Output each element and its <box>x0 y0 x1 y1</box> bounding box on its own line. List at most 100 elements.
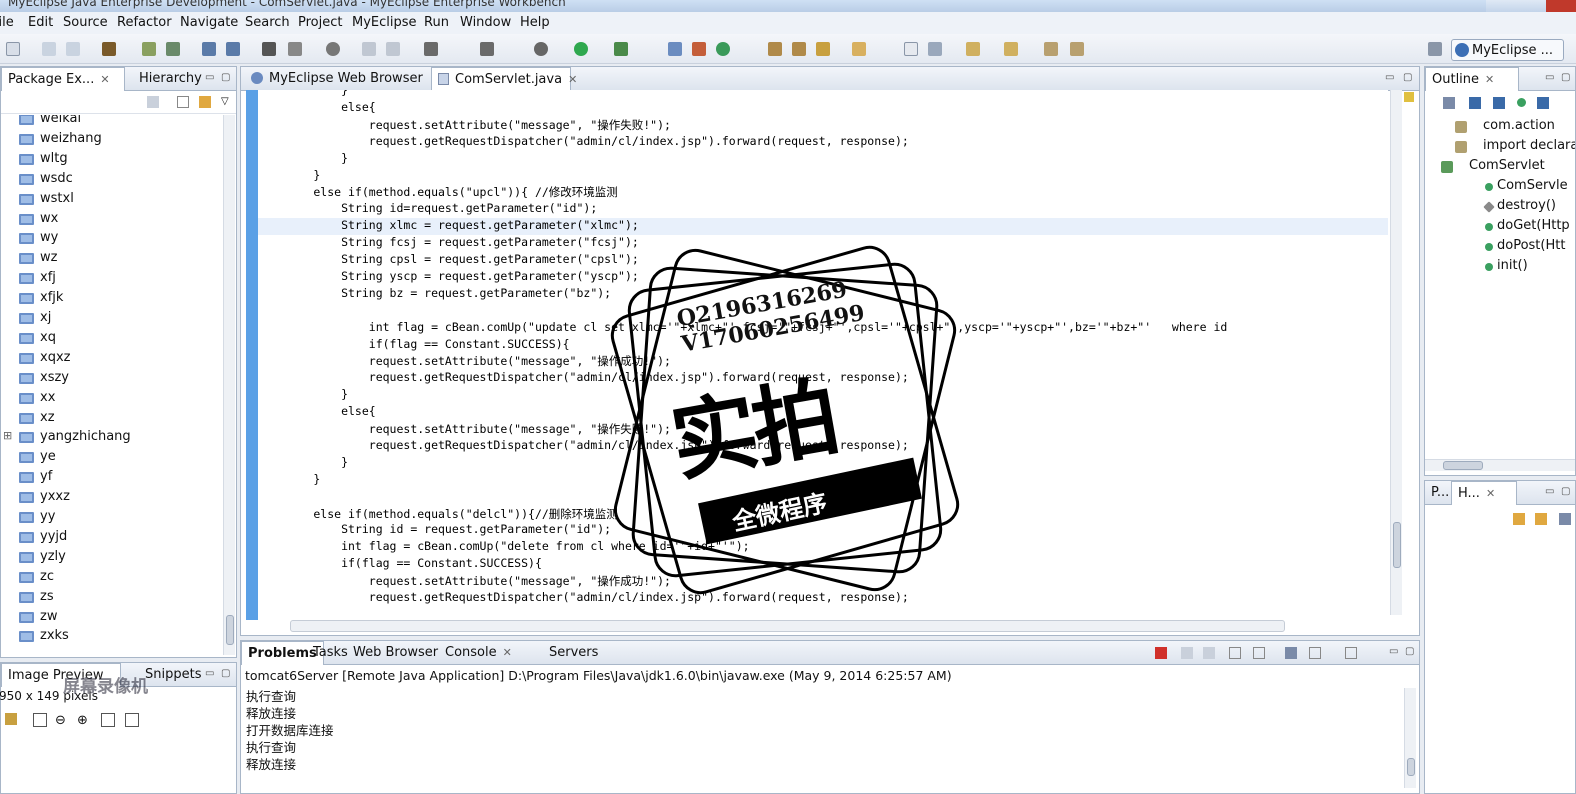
code-editor[interactable]: } else{ request.setAttribute("message", … <box>258 90 1388 615</box>
open-folder-icon[interactable] <box>768 42 782 56</box>
tab-hierarchy[interactable]: Hierarchy <box>133 67 208 91</box>
package-item[interactable]: zw <box>1 608 223 628</box>
package-item[interactable]: zs <box>1 588 223 608</box>
hide-local-types-icon[interactable] <box>1537 97 1549 109</box>
code-line[interactable]: String cpsl = request.getParameter("cpsl… <box>258 252 639 269</box>
package-item[interactable]: wstxl <box>1 190 223 210</box>
pin-console-icon[interactable] <box>1285 647 1297 659</box>
back-nav-icon[interactable] <box>1070 42 1084 56</box>
package-item[interactable]: wy <box>1 229 223 249</box>
package-item[interactable]: zc <box>1 568 223 588</box>
maximize-icon[interactable]: ▢ <box>221 668 230 679</box>
zoom-out-icon[interactable]: ⊖ <box>55 713 66 728</box>
open-perspective-icon[interactable] <box>1428 42 1442 56</box>
code-line[interactable]: if(flag == Constant.SUCCESS){ <box>258 556 542 573</box>
code-line[interactable]: } <box>258 455 348 472</box>
open-icon[interactable] <box>5 713 17 725</box>
code-line[interactable]: int flag = cBean.comUp("delete from cl w… <box>258 539 750 556</box>
back-icon[interactable] <box>362 42 376 56</box>
code-line[interactable]: String fcsj = request.getParameter("fcsj… <box>258 235 639 252</box>
zoom-in-icon[interactable]: ⊕ <box>77 713 88 728</box>
package-item[interactable]: wx <box>1 210 223 230</box>
tab-servers[interactable]: Servers <box>543 641 604 665</box>
package-item[interactable]: xqxz <box>1 349 223 369</box>
new-package-icon[interactable] <box>692 42 706 56</box>
maximize-icon[interactable]: ▢ <box>1403 72 1412 83</box>
deploy-icon[interactable] <box>202 42 216 56</box>
code-line[interactable]: request.getRequestDispatcher("admin/cl/i… <box>258 370 909 387</box>
debug-icon[interactable] <box>142 42 156 56</box>
view-menu-icon[interactable]: ▽ <box>221 96 229 107</box>
code-line[interactable]: String bz = request.getParameter("bz"); <box>258 286 611 303</box>
editor-hscrollbar[interactable] <box>290 620 1285 632</box>
refresh-icon[interactable] <box>1513 513 1525 525</box>
history-icon[interactable] <box>1535 513 1547 525</box>
package-item[interactable]: wltg <box>1 150 223 170</box>
menu-help[interactable]: Help <box>520 15 550 30</box>
back-icon[interactable] <box>147 96 159 108</box>
scroll-lock-icon[interactable] <box>1253 647 1265 659</box>
tab-outline[interactable]: Outline ✕ <box>1425 67 1519 91</box>
overview-marker[interactable] <box>1404 92 1414 102</box>
menu-window[interactable]: Window <box>460 15 511 30</box>
sort-icon[interactable] <box>1443 97 1455 109</box>
editor-scrollbar[interactable] <box>1390 90 1402 615</box>
window-controls[interactable] <box>1486 0 1576 12</box>
package-item[interactable]: weizhang <box>1 130 223 150</box>
debug-run-icon[interactable] <box>534 42 548 56</box>
task-icon[interactable] <box>816 42 830 56</box>
next-annotation-icon[interactable] <box>966 42 980 56</box>
minimize-icon[interactable]: ▭ <box>205 72 214 83</box>
package-item[interactable]: yy <box>1 508 223 528</box>
clear-console-icon[interactable] <box>1229 647 1241 659</box>
code-line[interactable]: String xlmc = request.getParameter("xlmc… <box>258 218 1388 236</box>
code-line[interactable]: request.setAttribute("message", "操作成功!")… <box>258 353 671 370</box>
new-class-icon[interactable] <box>668 42 682 56</box>
minimize-icon[interactable]: ▭ <box>1389 646 1398 657</box>
package-item[interactable]: xfjk <box>1 289 223 309</box>
package-item[interactable]: weikai <box>1 115 223 130</box>
terminate-icon[interactable] <box>1155 647 1167 659</box>
link-editor-icon[interactable] <box>199 96 211 108</box>
last-edit-icon[interactable] <box>1044 42 1058 56</box>
toggle-mark-icon[interactable] <box>904 42 918 56</box>
package-item[interactable]: xz <box>1 409 223 429</box>
collapse-all-icon[interactable] <box>177 96 189 108</box>
menu-myeclipse[interactable]: MyEclipse <box>352 15 417 30</box>
new-web-icon[interactable] <box>716 42 730 56</box>
display-console-icon[interactable] <box>1309 647 1321 659</box>
hide-nonpublic-icon[interactable] <box>1517 98 1526 107</box>
code-line[interactable]: int flag = cBean.comUp("update cl set xl… <box>258 320 1228 337</box>
package-item[interactable]: xq <box>1 329 223 349</box>
package-item[interactable]: yzly <box>1 548 223 568</box>
package-item[interactable]: yxxz <box>1 488 223 508</box>
forward-icon[interactable] <box>386 42 400 56</box>
menu-file[interactable]: File <box>0 15 14 30</box>
package-item[interactable]: ⊞ yangzhichang <box>1 428 223 448</box>
code-line[interactable]: else{ <box>258 100 376 117</box>
tab-web-browser[interactable]: Web Browser <box>347 641 444 665</box>
globe-icon[interactable] <box>326 42 340 56</box>
code-line[interactable]: String id = request.getParameter("id"); <box>258 522 611 539</box>
tab-console[interactable]: Console ✕ <box>439 641 518 665</box>
annotation-icon[interactable] <box>852 42 866 56</box>
code-line[interactable]: else{ <box>258 404 376 421</box>
code-line[interactable]: request.setAttribute("message", "操作失败!")… <box>258 117 671 134</box>
open-console-icon[interactable] <box>1345 647 1357 659</box>
code-line[interactable]: } <box>258 387 348 404</box>
code-line[interactable]: } <box>258 168 320 185</box>
perspective-switcher[interactable]: MyEclipse ... <box>1451 39 1564 61</box>
outline-item[interactable]: destroy() <box>1425 197 1575 217</box>
fit-icon[interactable] <box>33 713 47 727</box>
refresh-icon[interactable] <box>226 42 240 56</box>
menu-refactor[interactable]: Refactor <box>117 15 172 30</box>
code-line[interactable]: request.getRequestDispatcher("admin/cl/i… <box>258 590 909 607</box>
remove-all-icon[interactable] <box>1203 647 1215 659</box>
new-icon[interactable] <box>6 42 20 56</box>
tab-comservlet-java[interactable]: ComServlet.java ✕ <box>431 67 577 91</box>
remove-launch-icon[interactable] <box>1181 647 1193 659</box>
hide-static-icon[interactable] <box>1493 97 1505 109</box>
external-tools-icon[interactable] <box>614 42 628 56</box>
outline-item[interactable]: ComServlet <box>1425 157 1575 177</box>
server-icon[interactable] <box>166 42 180 56</box>
